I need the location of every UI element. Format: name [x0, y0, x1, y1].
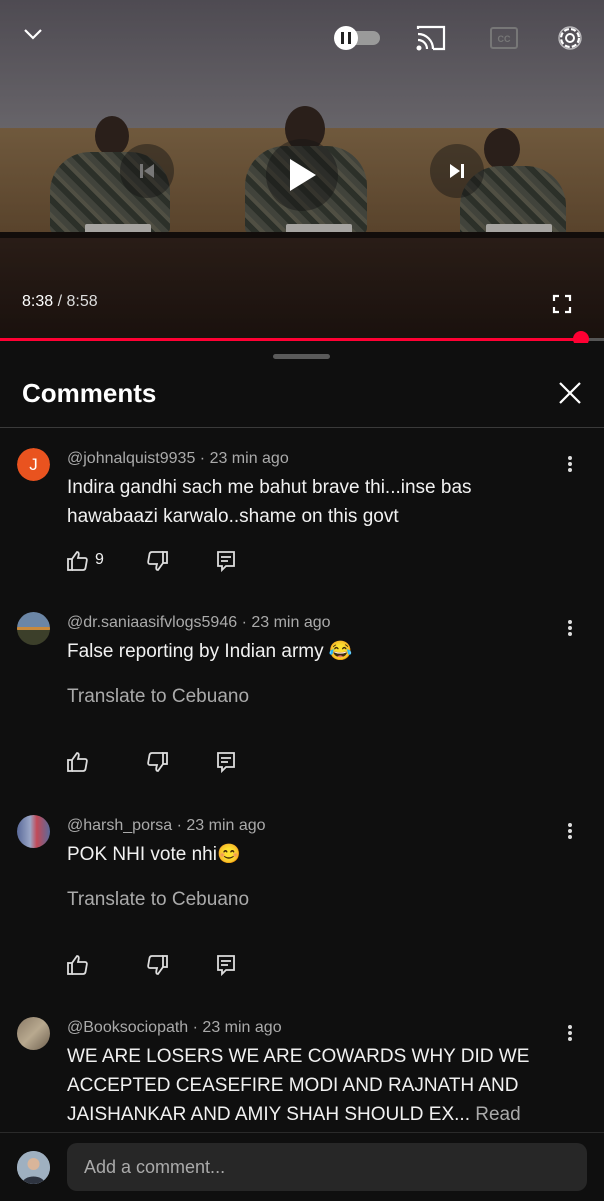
comment-meta: @harsh_porsa · 23 min ago: [67, 817, 266, 834]
current-time: 8:38: [22, 293, 54, 310]
comment-age: 23 min ago: [251, 614, 331, 631]
comment-age: 23 min ago: [202, 1019, 282, 1036]
comment-text: False reporting by Indian army 😂: [67, 641, 353, 662]
progress-fill: [0, 338, 582, 341]
comment-actions: [66, 953, 266, 979]
previous-icon[interactable]: [120, 144, 174, 198]
captions-icon[interactable]: CC: [489, 26, 519, 55]
cast-icon[interactable]: [415, 24, 447, 57]
thumb-up-icon[interactable]: [66, 953, 90, 982]
reply-icon[interactable]: [215, 953, 237, 982]
like-count: 9: [95, 551, 104, 568]
comment-meta: @Booksociopath · 23 min ago: [67, 1019, 282, 1036]
reply-icon[interactable]: [215, 750, 237, 779]
more-vert-icon[interactable]: [562, 454, 578, 474]
close-icon[interactable]: [556, 379, 584, 412]
drag-handle[interactable]: [273, 354, 330, 359]
comment-meta: @johnalquist9935 · 23 min ago: [67, 450, 289, 467]
add-comment-placeholder: Add a comment...: [84, 1157, 226, 1177]
avatar[interactable]: [17, 1017, 50, 1050]
video-duration: 8:58: [66, 293, 98, 310]
more-vert-icon[interactable]: [562, 618, 578, 638]
avatar-letter: J: [17, 448, 50, 481]
chevron-down-icon[interactable]: [22, 26, 44, 47]
avatar[interactable]: [17, 815, 50, 848]
time-display: 8:38 / 8:58: [22, 293, 98, 311]
thumb-up-icon[interactable]: [66, 750, 90, 779]
more-vert-icon[interactable]: [562, 821, 578, 841]
comment-text: Indira gandhi sach me bahut brave thi...…: [67, 477, 472, 527]
settings-gear-icon[interactable]: [555, 23, 585, 58]
comment-actions: 9: [66, 549, 266, 575]
next-icon[interactable]: [430, 144, 484, 198]
add-comment-input[interactable]: Add a comment...: [67, 1143, 587, 1191]
video-player[interactable]: CC 8:38 / 8:58: [0, 0, 604, 340]
svg-text:CC: CC: [498, 34, 511, 44]
translate-link[interactable]: Translate to Cebuano: [67, 889, 249, 911]
thumb-up-icon[interactable]: [66, 549, 90, 578]
avatar[interactable]: J: [17, 448, 50, 481]
reply-icon[interactable]: [215, 549, 237, 578]
play-icon[interactable]: [266, 139, 338, 211]
comment-text: POK NHI vote nhi😊: [67, 844, 241, 865]
comment-author[interactable]: @dr.saniaasifvlogs5946: [67, 614, 237, 631]
header-divider: [0, 427, 604, 428]
time-separator: /: [53, 293, 67, 310]
comment-author[interactable]: @harsh_porsa: [67, 817, 172, 834]
user-avatar[interactable]: [17, 1151, 50, 1184]
comment-age: 23 min ago: [209, 450, 289, 467]
comment-actions: [66, 750, 266, 776]
comments-title: Comments: [22, 378, 157, 408]
comment-age: 23 min ago: [186, 817, 266, 834]
progress-bar[interactable]: [0, 331, 604, 347]
translate-link[interactable]: Translate to Cebuano: [67, 686, 249, 708]
thumb-down-icon[interactable]: [145, 549, 169, 578]
thumb-down-icon[interactable]: [145, 953, 169, 982]
more-vert-icon[interactable]: [562, 1023, 578, 1043]
autoplay-toggle-icon[interactable]: [332, 25, 382, 56]
comment-composer: Add a comment...: [0, 1132, 604, 1201]
comment-meta: @dr.saniaasifvlogs5946 · 23 min ago: [67, 614, 331, 631]
fullscreen-icon[interactable]: [552, 294, 572, 319]
comment-body: WE ARE LOSERS WE ARE COWARDS WHY DID WE …: [67, 1046, 530, 1125]
comment-author[interactable]: @Booksociopath: [67, 1019, 188, 1036]
thumb-down-icon[interactable]: [145, 750, 169, 779]
comment-author[interactable]: @johnalquist9935: [67, 450, 195, 467]
avatar[interactable]: [17, 612, 50, 645]
